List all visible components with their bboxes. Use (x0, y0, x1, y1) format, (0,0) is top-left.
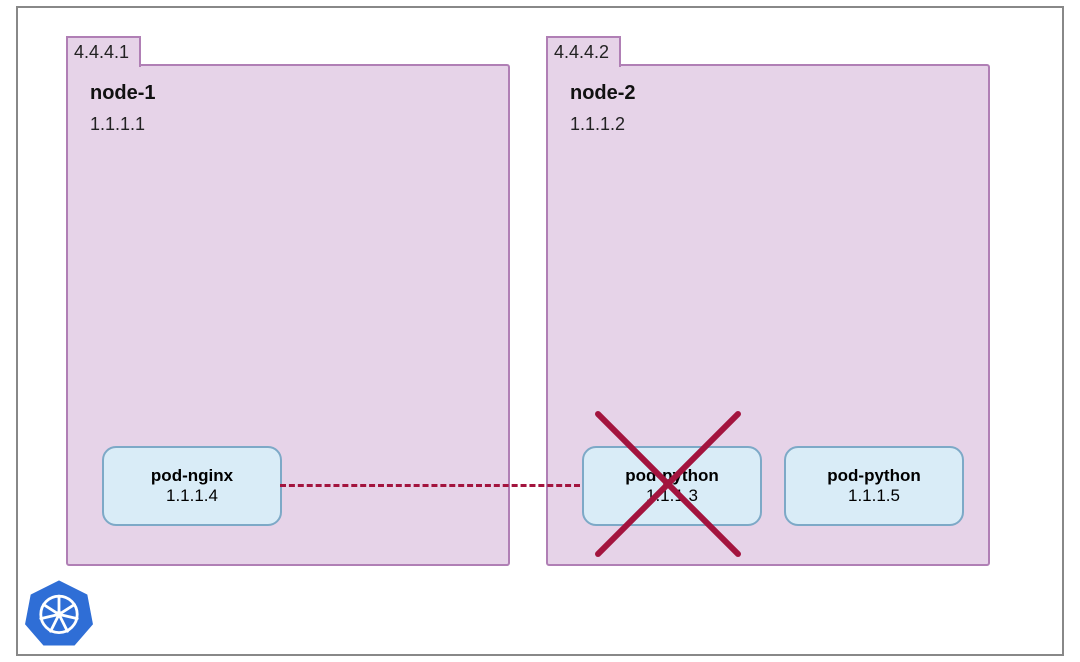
node-internal-ip-1: 1.1.1.1 (90, 114, 145, 135)
pod-ip-label: 1.1.1.4 (166, 486, 218, 506)
kubernetes-icon (24, 578, 94, 648)
pod-python-alive: pod-python 1.1.1.5 (784, 446, 964, 526)
node-internal-ip-2: 1.1.1.2 (570, 114, 625, 135)
pod-name-label: pod-python (625, 466, 718, 486)
node-box-node-1: 4.4.4.1 node-1 1.1.1.1 pod-nginx 1.1.1.4 (66, 64, 510, 566)
pod-ip-label: 1.1.1.5 (848, 486, 900, 506)
node-tab-ip-2: 4.4.4.2 (546, 36, 621, 67)
node-title-1: node-1 (90, 82, 156, 105)
pod-name-label: pod-nginx (151, 466, 233, 486)
pod-ip-label: 1.1.1.3 (646, 486, 698, 506)
pod-name-label: pod-python (827, 466, 920, 486)
diagram-canvas: 4.4.4.1 node-1 1.1.1.1 pod-nginx 1.1.1.4… (0, 0, 1080, 662)
node-tab-ip-1: 4.4.4.1 (66, 36, 141, 67)
pod-python-crossed: pod-python 1.1.1.3 (582, 446, 762, 526)
pod-nginx: pod-nginx 1.1.1.4 (102, 446, 282, 526)
connection-line (280, 484, 580, 487)
node-title-2: node-2 (570, 82, 636, 105)
outer-frame: 4.4.4.1 node-1 1.1.1.1 pod-nginx 1.1.1.4… (16, 6, 1064, 656)
node-box-node-2: 4.4.4.2 node-2 1.1.1.2 pod-python 1.1.1.… (546, 64, 990, 566)
